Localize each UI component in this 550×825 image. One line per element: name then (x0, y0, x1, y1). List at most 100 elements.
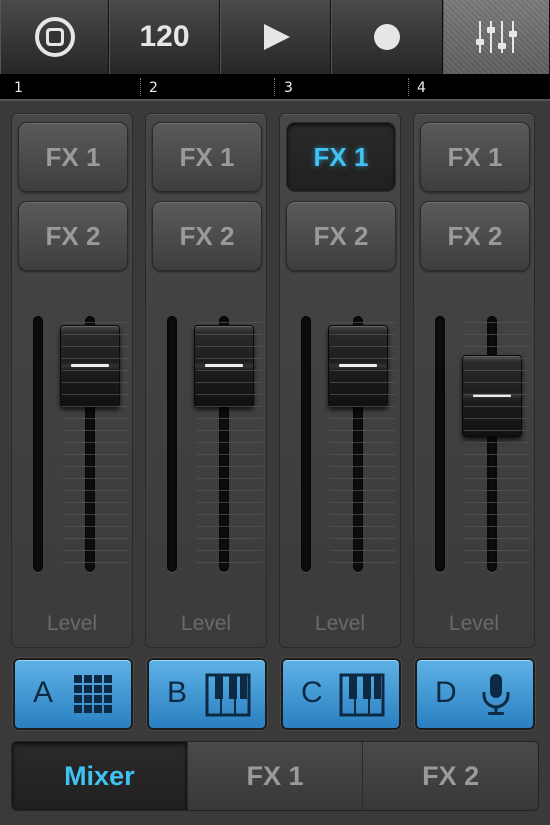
fader-tick (62, 394, 128, 395)
fader-tick (330, 526, 396, 527)
fx2-button[interactable]: FX 2 (18, 201, 128, 271)
track-d-button[interactable]: D (415, 658, 535, 730)
fader-tick (196, 334, 262, 335)
fx2-button[interactable]: FX 2 (420, 201, 530, 271)
bar-divider (140, 78, 141, 96)
level-meter (167, 316, 177, 572)
fader-tick (464, 454, 530, 455)
fader-tick (330, 502, 396, 503)
keyboard-icon (339, 673, 385, 717)
fader-tick (464, 538, 530, 539)
fader-tick (62, 526, 128, 527)
track-b-button[interactable]: B (147, 658, 267, 730)
fader-tick (330, 514, 396, 515)
fader-tick (196, 418, 262, 419)
bar-divider (408, 78, 409, 96)
record-button[interactable] (331, 0, 443, 74)
fader-tick (196, 322, 262, 323)
fader-tick (464, 562, 530, 563)
fader-tick (62, 478, 128, 479)
track-letter: A (33, 676, 54, 709)
fader-tick (464, 394, 530, 395)
fx2-button[interactable]: FX 2 (152, 201, 262, 271)
fader-tick (330, 478, 396, 479)
fader-tick (330, 382, 396, 383)
fader-tick (464, 370, 530, 371)
fader-tick (62, 454, 128, 455)
bar-marker-2: 2 (149, 80, 158, 96)
bar-marker-1: 1 (14, 80, 23, 96)
fader-tick (464, 334, 530, 335)
fader-tick (196, 514, 262, 515)
fader-tick (330, 394, 396, 395)
fx1-button[interactable]: FX 1 (286, 122, 396, 192)
bar-divider (274, 78, 275, 96)
fader-tick (62, 550, 128, 551)
fader-tick (196, 346, 262, 347)
fader-tick (62, 538, 128, 539)
fader-tick (196, 526, 262, 527)
fader-tick (196, 550, 262, 551)
fader-tick (196, 562, 262, 563)
fader-tick (464, 382, 530, 383)
level-label: Level (314, 612, 366, 635)
fader-tick (62, 466, 128, 467)
fader-tick (464, 358, 530, 359)
fader-tick (330, 490, 396, 491)
play-button[interactable] (220, 0, 331, 74)
fader-tick (62, 442, 128, 443)
fader-tick (62, 370, 128, 371)
fader-tick (464, 514, 530, 515)
fx1-button[interactable]: FX 1 (152, 122, 262, 192)
fader-tick (330, 358, 396, 359)
fx1-button[interactable]: FX 1 (18, 122, 128, 192)
fader-tick (196, 370, 262, 371)
volume-fader-handle[interactable] (194, 325, 254, 408)
track-letter: C (301, 676, 323, 709)
channel-strip-3: FX 1 FX 2 Level (279, 113, 401, 648)
tab-fx2[interactable]: FX 2 (362, 742, 538, 810)
track-a-button[interactable]: A (13, 658, 133, 730)
volume-fader-handle[interactable] (462, 354, 522, 437)
play-icon (263, 24, 290, 50)
fader-tick (330, 454, 396, 455)
level-label: Level (180, 612, 232, 635)
fader-tick (464, 550, 530, 551)
mixer-toggle-button[interactable] (443, 0, 550, 74)
fader-tick (464, 430, 530, 431)
record-icon (374, 24, 400, 50)
level-label: Level (448, 612, 500, 635)
fader-tick (62, 406, 128, 407)
fx2-button[interactable]: FX 2 (286, 201, 396, 271)
fader-tick (330, 430, 396, 431)
tab-fx1[interactable]: FX 1 (186, 742, 363, 810)
loop-button[interactable] (0, 0, 109, 74)
fader-tick (196, 454, 262, 455)
fader-tick (196, 358, 262, 359)
track-letter: B (167, 676, 188, 709)
channel-strip-1: FX 1 FX 2 Level (11, 113, 133, 648)
timeline-ruler[interactable]: 1 2 3 4 (0, 74, 550, 101)
fader-tick (196, 538, 262, 539)
fader-tick (464, 442, 530, 443)
fader-tick (464, 406, 530, 407)
fader-tick (330, 442, 396, 443)
fader-tick (330, 466, 396, 467)
fader-tick (62, 322, 128, 323)
fader-tick (62, 430, 128, 431)
fader-tick (464, 526, 530, 527)
fx1-button[interactable]: FX 1 (420, 122, 530, 192)
tab-mixer[interactable]: Mixer (12, 742, 187, 810)
keyboard-icon (205, 673, 251, 717)
fader-tick (62, 382, 128, 383)
fader-tick (330, 334, 396, 335)
fader-tick (330, 322, 396, 323)
track-c-button[interactable]: C (281, 658, 401, 730)
fader-tick (62, 562, 128, 563)
fader-tick (330, 538, 396, 539)
fader-tick (464, 502, 530, 503)
fader-tick (330, 346, 396, 347)
tempo-button[interactable]: 120 (109, 0, 220, 74)
volume-fader-handle[interactable] (60, 325, 120, 408)
volume-fader-handle[interactable] (328, 325, 388, 408)
